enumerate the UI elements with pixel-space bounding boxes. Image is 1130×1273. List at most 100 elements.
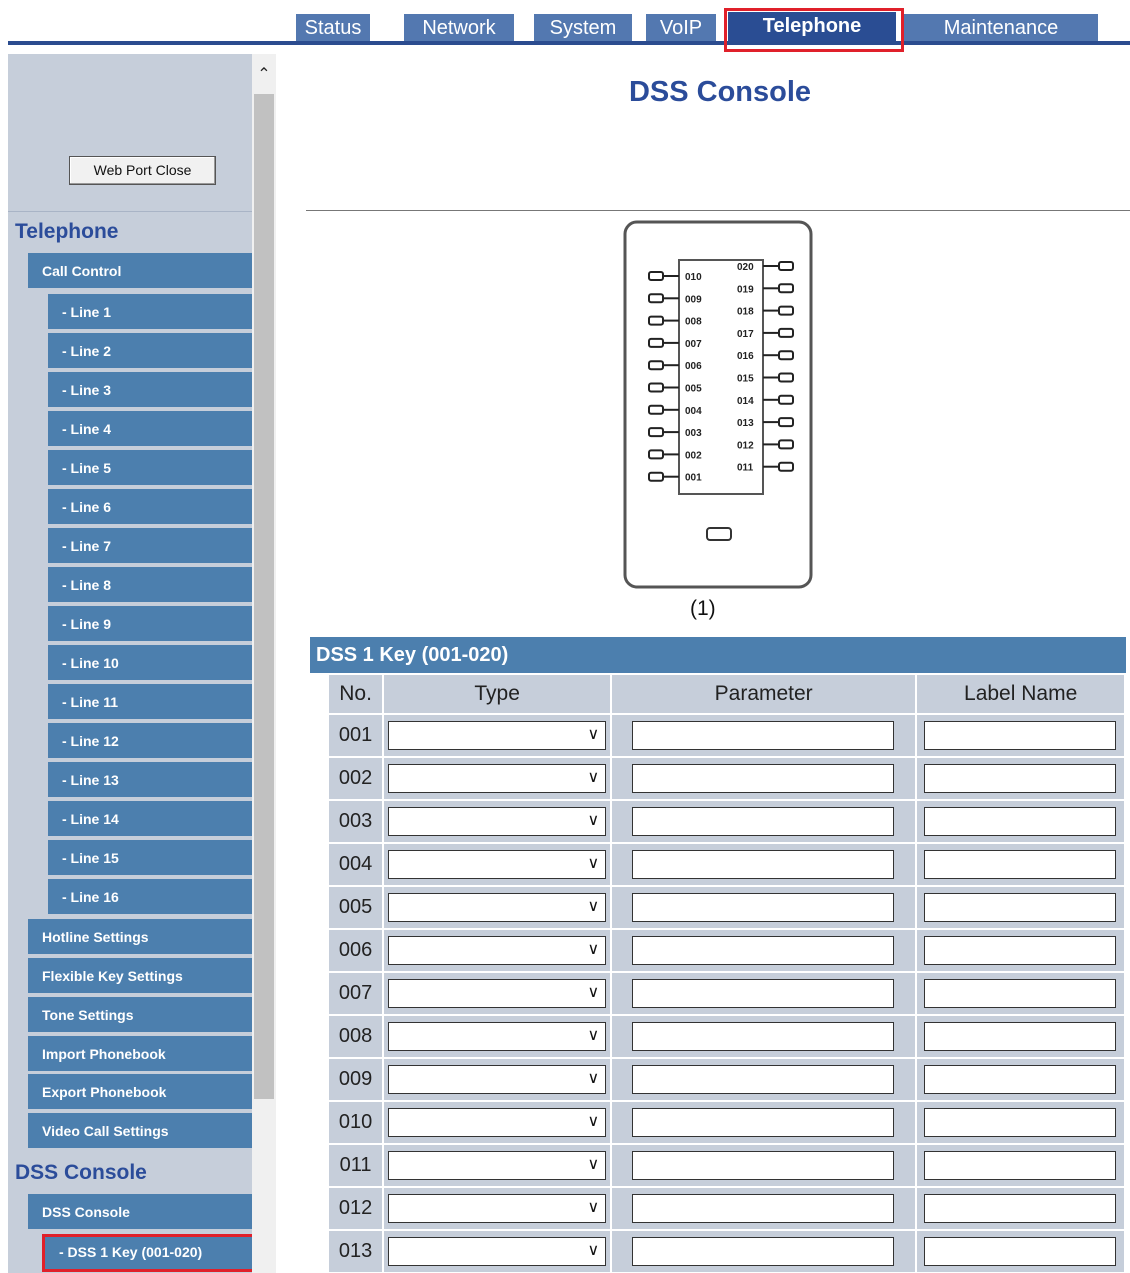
sidebar-item-call-control[interactable]: Call Control [28, 253, 252, 289]
console-key-label: 018 [737, 307, 754, 318]
label-name-cell [915, 928, 1126, 973]
tab-voip[interactable]: VoIP [646, 14, 722, 43]
sidebar-item-line[interactable]: - Line 10 [48, 645, 252, 681]
label-name-cell [915, 713, 1126, 758]
type-select[interactable]: ∨ [388, 936, 607, 965]
parameter-input[interactable] [632, 1237, 895, 1266]
type-select[interactable]: ∨ [388, 1194, 607, 1223]
label-name-input[interactable] [924, 1151, 1117, 1180]
type-select[interactable]: ∨ [388, 721, 607, 750]
sidebar-item-line[interactable]: - Line 6 [48, 489, 252, 525]
sidebar-item-line[interactable]: - Line 4 [48, 411, 252, 447]
type-select[interactable]: ∨ [388, 850, 607, 879]
parameter-input[interactable] [632, 1065, 895, 1094]
label-name-input[interactable] [924, 1237, 1117, 1266]
column-header-type: Type [382, 673, 613, 715]
chevron-down-icon: ∨ [587, 1156, 600, 1173]
scrollbar-thumb[interactable] [254, 94, 274, 1099]
type-cell: ∨ [382, 1057, 613, 1102]
sidebar-item-line[interactable]: - Line 11 [48, 684, 252, 720]
console-key-button [778, 461, 794, 472]
sidebar-item-line[interactable]: - Line 3 [48, 372, 252, 408]
sidebar-item-line[interactable]: - Line 12 [48, 723, 252, 759]
parameter-input[interactable] [632, 764, 895, 793]
label-name-input[interactable] [924, 893, 1117, 922]
type-select[interactable]: ∨ [388, 764, 607, 793]
chevron-down-icon: ∨ [587, 1199, 600, 1216]
parameter-input[interactable] [632, 1151, 895, 1180]
sidebar-item-line[interactable]: - Line 2 [48, 333, 252, 369]
sidebar-item-line[interactable]: - Line 15 [48, 840, 252, 876]
scroll-up-icon[interactable]: ⌃ [252, 62, 276, 88]
label-name-input[interactable] [924, 1022, 1117, 1051]
chevron-down-icon: ∨ [587, 898, 600, 915]
table-row: 005 ∨ [326, 885, 1126, 930]
label-name-input[interactable] [924, 850, 1117, 879]
parameter-input[interactable] [632, 936, 895, 965]
sidebar-item-line[interactable]: - Line 14 [48, 801, 252, 837]
type-select[interactable]: ∨ [388, 1237, 607, 1266]
sidebar-item-dss-1-key[interactable]: - DSS 1 Key (001-020) [42, 1234, 256, 1272]
sidebar-item-tone-settings[interactable]: Tone Settings [28, 997, 252, 1033]
parameter-input[interactable] [632, 979, 895, 1008]
type-select[interactable]: ∨ [388, 1108, 607, 1137]
type-select[interactable]: ∨ [388, 1151, 607, 1180]
sidebar-item-video-call-settings[interactable]: Video Call Settings [28, 1113, 252, 1149]
tab-system[interactable]: System [534, 14, 638, 43]
label-name-input[interactable] [924, 979, 1117, 1008]
console-key-label: 012 [737, 440, 754, 451]
type-select[interactable]: ∨ [388, 807, 607, 836]
sidebar-item-line[interactable]: - Line 7 [48, 528, 252, 564]
label-name-input[interactable] [924, 936, 1117, 965]
label-name-input[interactable] [924, 807, 1117, 836]
console-key-button [648, 271, 664, 281]
tab-status[interactable]: Status [296, 14, 376, 43]
type-cell: ∨ [382, 799, 613, 844]
sidebar-item-line[interactable]: - Line 9 [48, 606, 252, 642]
sidebar-item-line[interactable]: - Line 8 [48, 567, 252, 603]
label-name-input[interactable] [924, 1065, 1117, 1094]
parameter-input[interactable] [632, 1194, 895, 1223]
tab-network[interactable]: Network [404, 14, 520, 43]
row-number: 003 [326, 799, 385, 844]
sidebar-section-telephone[interactable]: Telephone [15, 220, 118, 244]
parameter-input[interactable] [632, 1022, 895, 1051]
tab-maintenance[interactable]: Maintenance [904, 14, 1104, 43]
sidebar-item-dss-console[interactable]: DSS Console [28, 1194, 252, 1230]
row-number: 005 [326, 885, 385, 930]
sidebar-item-flexible-key-settings[interactable]: Flexible Key Settings [28, 958, 252, 994]
parameter-input[interactable] [632, 1108, 895, 1137]
type-cell: ∨ [382, 1229, 613, 1273]
parameter-input[interactable] [632, 850, 895, 879]
console-key-label: 002 [685, 450, 702, 461]
sidebar-item-import-phonebook[interactable]: Import Phonebook [28, 1036, 252, 1072]
type-select[interactable]: ∨ [388, 1022, 607, 1051]
sidebar-section-dss-console[interactable]: DSS Console [15, 1161, 147, 1185]
label-name-input[interactable] [924, 1194, 1117, 1223]
type-select[interactable]: ∨ [388, 1065, 607, 1094]
parameter-input[interactable] [632, 721, 895, 750]
sidebar-item-hotline-settings[interactable]: Hotline Settings [28, 919, 252, 955]
web-port-close-button[interactable]: Web Port Close [69, 156, 216, 185]
sidebar-item-line[interactable]: - Line 13 [48, 762, 252, 798]
label-name-input[interactable] [924, 721, 1117, 750]
label-name-input[interactable] [924, 764, 1117, 793]
type-cell: ∨ [382, 1186, 613, 1231]
console-key-button [648, 293, 664, 304]
row-number: 010 [326, 1100, 385, 1145]
label-name-input[interactable] [924, 1108, 1117, 1137]
type-cell: ∨ [382, 842, 613, 887]
row-number: 012 [326, 1186, 385, 1231]
sidebar-item-line[interactable]: - Line 1 [48, 294, 252, 330]
table-row: 009 ∨ [326, 1057, 1126, 1102]
sidebar-item-line[interactable]: - Line 16 [48, 879, 252, 915]
type-select[interactable]: ∨ [388, 893, 607, 922]
parameter-input[interactable] [632, 893, 895, 922]
console-key-button [778, 283, 794, 294]
sidebar-item-export-phonebook[interactable]: Export Phonebook [28, 1074, 252, 1110]
parameter-input[interactable] [632, 807, 895, 836]
tab-telephone[interactable]: Telephone [728, 12, 902, 43]
sidebar-item-line[interactable]: - Line 5 [48, 450, 252, 486]
sidebar: Web Port Close Telephone Call Control - … [8, 54, 256, 1273]
type-select[interactable]: ∨ [388, 979, 607, 1008]
